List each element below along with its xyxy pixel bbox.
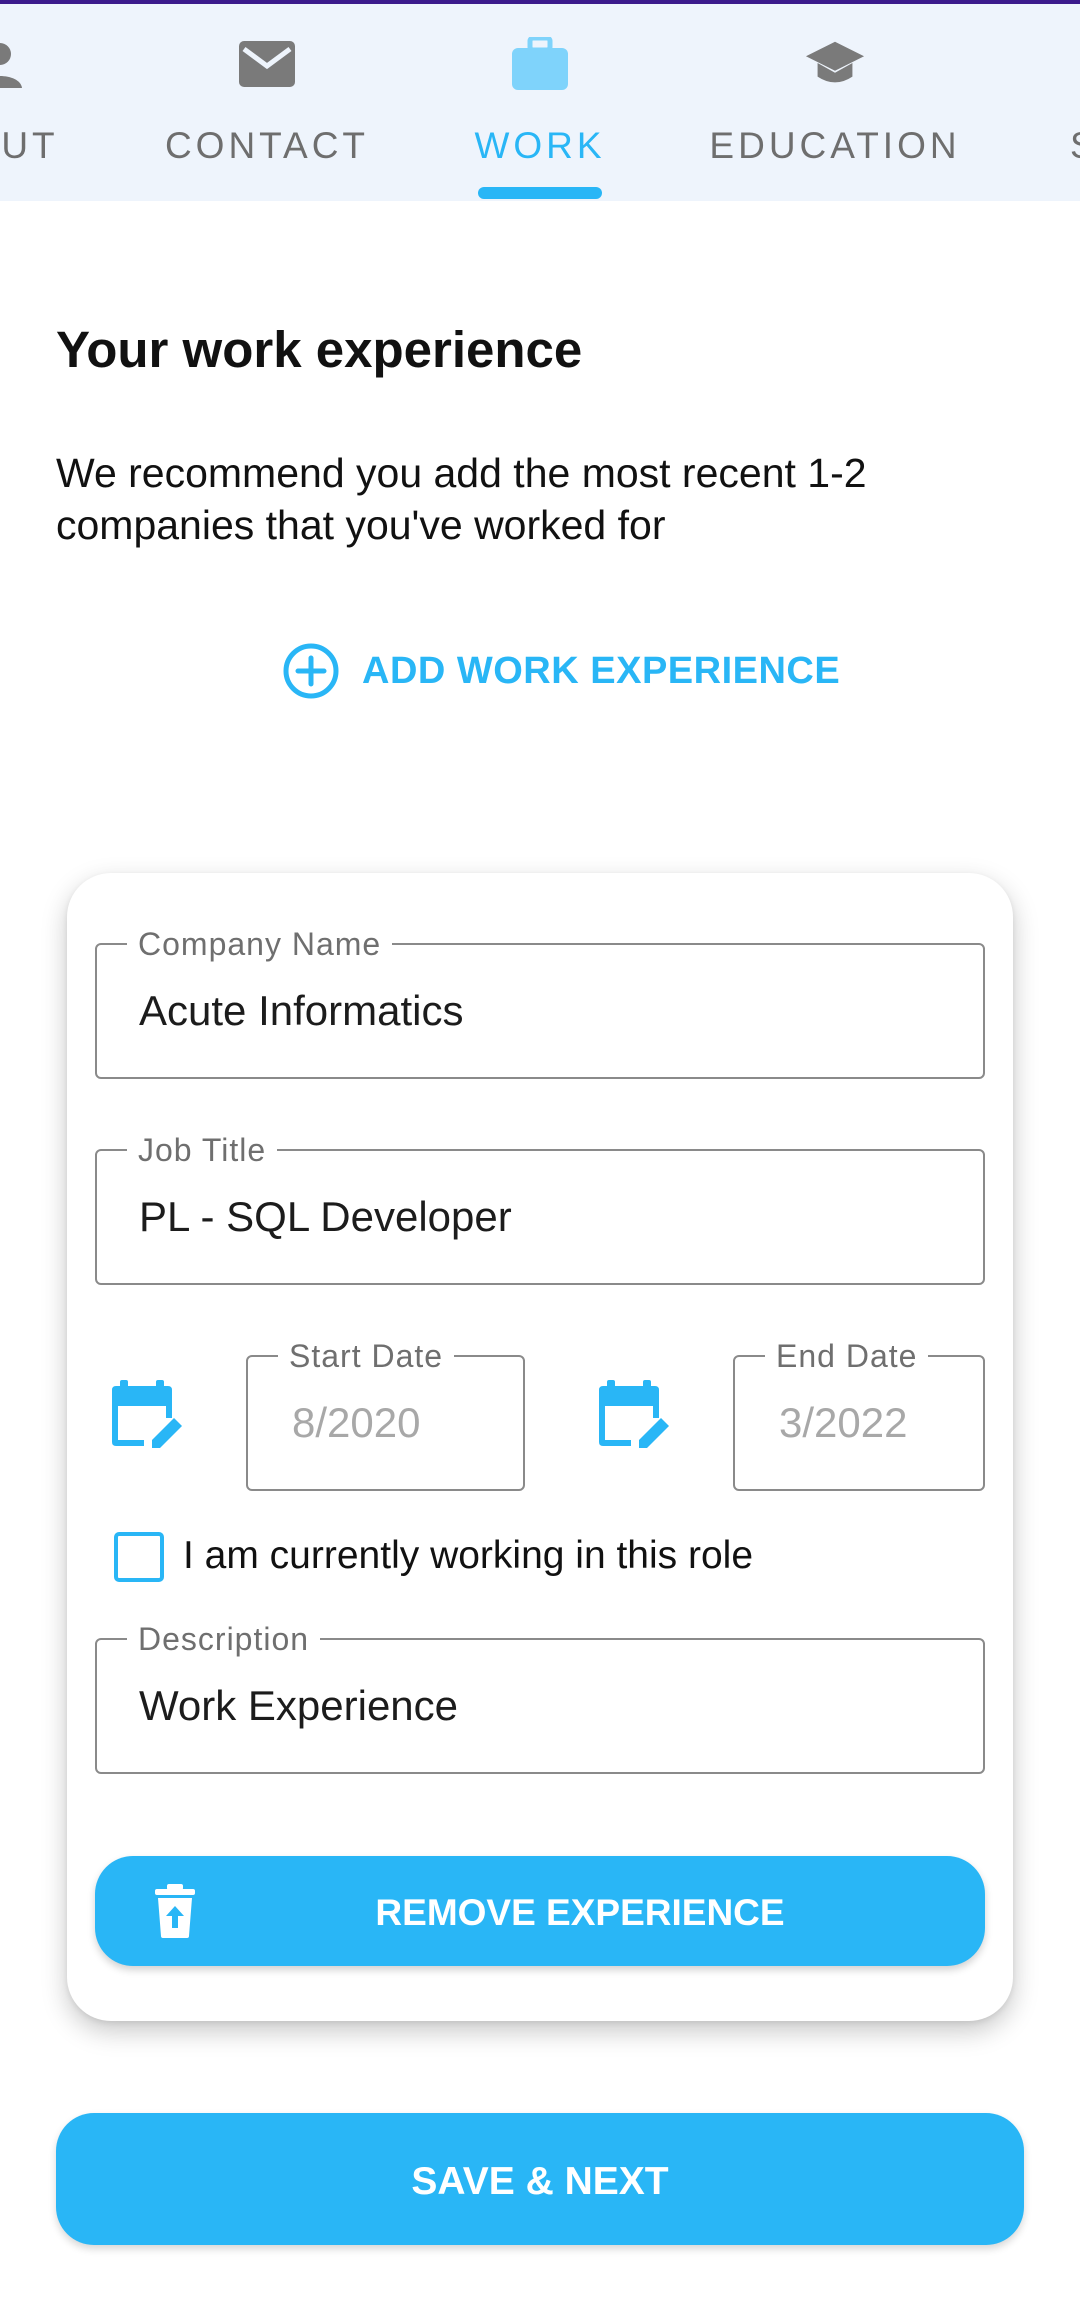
tab-contact-label: CONTACT	[164, 125, 370, 166]
description-label: Description	[127, 1622, 321, 1656]
end-date-calendar-icon[interactable]	[595, 1378, 671, 1454]
briefcase-icon	[510, 34, 570, 94]
end-date-label: End Date	[765, 1339, 929, 1373]
end-date-value: 3/2022	[779, 1399, 908, 1446]
add-work-experience-label: ADD WORK EXPERIENCE	[362, 649, 841, 692]
save-and-next-button[interactable]: SAVE & NEXT	[56, 2113, 1024, 2245]
tab-education-label: EDUCATION	[709, 125, 961, 166]
person-icon	[0, 34, 30, 94]
end-date-field[interactable]: End Date 3/2022	[733, 1339, 985, 1491]
description-value: Work Experience	[139, 1682, 459, 1729]
envelope-icon	[237, 34, 297, 94]
currently-working-checkbox[interactable]	[114, 1532, 164, 1582]
start-date-calendar-icon[interactable]	[108, 1378, 184, 1454]
tab-skills[interactable]: S	[1050, 4, 1080, 201]
description-field[interactable]: Description Work Experience	[95, 1622, 985, 1774]
job-title-label: Job Title	[127, 1133, 278, 1167]
tab-education[interactable]: EDUCATION	[700, 4, 970, 201]
add-work-experience-button[interactable]: ADD WORK EXPERIENCE	[282, 642, 840, 700]
tab-work-label: WORK	[474, 125, 606, 166]
remove-experience-label: REMOVE EXPERIENCE	[375, 1892, 785, 1933]
currently-working-label: I am currently working in this role	[183, 1534, 754, 1577]
page-title: Your work experience	[56, 321, 583, 378]
tab-skills-label: S	[1070, 125, 1080, 167]
graduation-cap-icon	[805, 34, 865, 94]
start-date-value: 8/2020	[292, 1399, 421, 1446]
company-name-value: Acute Informatics	[139, 987, 464, 1034]
start-date-label: Start Date	[278, 1339, 455, 1373]
remove-experience-button[interactable]: REMOVE EXPERIENCE	[95, 1856, 985, 1966]
tab-contact[interactable]: CONTACT	[160, 4, 374, 201]
save-and-next-label: SAVE & NEXT	[411, 2160, 669, 2203]
tab-work[interactable]: WORK	[468, 4, 612, 201]
tab-about[interactable]: UT	[0, 4, 70, 201]
plus-circle-icon	[283, 643, 339, 699]
active-tab-indicator	[478, 187, 602, 199]
start-date-field[interactable]: Start Date 8/2020	[246, 1339, 525, 1491]
tab-about-label: UT	[1, 125, 59, 166]
company-name-label: Company Name	[127, 927, 393, 961]
page-subtitle: We recommend you add the most recent 1-2…	[56, 450, 867, 548]
job-title-value: PL - SQL Developer	[139, 1193, 512, 1240]
company-name-field[interactable]: Company Name Acute Informatics	[95, 927, 985, 1079]
job-title-field[interactable]: Job Title PL - SQL Developer	[95, 1133, 985, 1285]
tab-bar: UT CONTACT WORK EDUCATION S	[0, 4, 1080, 201]
